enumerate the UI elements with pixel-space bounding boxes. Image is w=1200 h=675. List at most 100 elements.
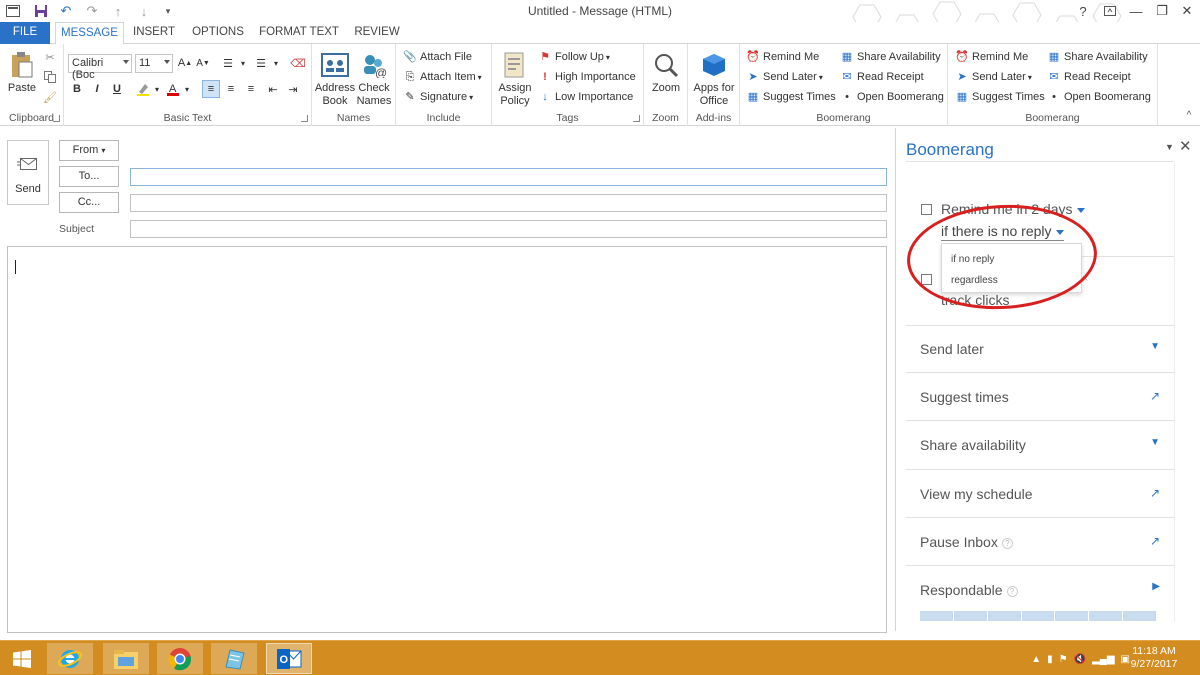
assign-policy-button[interactable]: Assign Policy <box>495 50 535 108</box>
remind-checkbox[interactable] <box>921 204 932 215</box>
cut-icon[interactable]: ✂ <box>41 48 59 66</box>
send-later-button[interactable]: ➤ Send Later ▾ <box>746 70 822 84</box>
internet-explorer-icon[interactable] <box>47 643 93 674</box>
remind-me-button[interactable]: ⏰ Remind Me <box>955 50 1028 64</box>
collapse-ribbon-icon[interactable]: ^ <box>1180 106 1198 124</box>
address-book-button[interactable]: Address Book <box>315 50 355 108</box>
shrink-font-icon[interactable]: A ▼ <box>194 54 212 72</box>
pane-divider <box>906 161 1174 162</box>
suggest-times-row[interactable]: Suggest times ↗ <box>906 373 1174 421</box>
decrease-indent-icon[interactable]: ⇤ <box>264 80 282 98</box>
cc-button[interactable]: Cc... <box>59 192 119 213</box>
message-body[interactable] <box>7 246 887 633</box>
tab-review[interactable]: REVIEW <box>350 22 404 44</box>
help-button[interactable]: ? <box>1071 1 1095 21</box>
to-button[interactable]: To... <box>59 166 119 187</box>
apps-for-office-button[interactable]: Apps for Office <box>691 50 737 108</box>
volume-muted-icon[interactable]: 🔇 <box>1074 654 1086 665</box>
tags-launcher-icon[interactable] <box>633 115 640 122</box>
high-importance-button[interactable]: ! High Importance <box>538 70 636 84</box>
send-button[interactable]: Send <box>7 140 49 205</box>
subject-field[interactable] <box>130 220 887 238</box>
increase-indent-icon[interactable]: ⇥ <box>284 80 302 98</box>
chevron-down-icon: ▼ <box>1150 437 1160 448</box>
follow-up-button[interactable]: ⚑ Follow Up ▾ <box>538 50 610 64</box>
bold-button[interactable]: B <box>68 80 86 98</box>
read-receipt-button[interactable]: ✉ Read Receipt <box>840 70 923 84</box>
file-explorer-icon[interactable] <box>103 643 149 674</box>
zoom-button[interactable]: Zoom <box>647 50 685 95</box>
bullet-icon: • <box>845 91 849 103</box>
font-size-combo[interactable]: 11 <box>135 54 173 73</box>
signature-button[interactable]: ✎ Signature ▾ <box>403 90 473 104</box>
align-right-icon[interactable]: ≡ <box>242 80 260 98</box>
align-center-icon[interactable]: ≡ <box>222 80 240 98</box>
notepad-icon[interactable] <box>211 643 257 674</box>
network-icon[interactable]: ▂▄▆ <box>1092 654 1114 665</box>
from-button[interactable]: From ▾ <box>59 140 119 161</box>
grow-font-icon[interactable]: A ▲ <box>176 54 194 72</box>
assign-policy-label-1: Assign <box>498 82 532 94</box>
outlook-icon[interactable]: O <box>266 643 312 674</box>
share-availability-button[interactable]: ▦ Share Availability <box>840 50 941 64</box>
open-boomerang-button[interactable]: • Open Boomerang <box>840 90 944 104</box>
view-schedule-row[interactable]: View my schedule ↗ <box>906 470 1174 518</box>
chevron-down-icon[interactable]: ▾ <box>267 54 285 72</box>
action-center-icon[interactable]: ⚑ <box>1059 654 1068 665</box>
external-arrow-icon: ↗ <box>1149 486 1160 500</box>
pane-menu-icon[interactable]: ▼ <box>1165 142 1174 152</box>
share-availability-row[interactable]: Share availability ▼ <box>906 421 1174 470</box>
tab-options[interactable]: OPTIONS <box>188 22 248 44</box>
tab-format-text[interactable]: FORMAT TEXT <box>258 22 340 44</box>
battery-icon[interactable]: ▮ <box>1047 654 1053 665</box>
paste-button[interactable]: Paste <box>5 50 39 95</box>
clipboard-launcher-icon[interactable] <box>53 115 60 122</box>
tab-file[interactable]: FILE <box>0 22 50 44</box>
respondable-row[interactable]: Respondable? ▶ <box>906 566 1174 614</box>
chrome-icon[interactable] <box>157 643 203 674</box>
restore-button[interactable]: ❐ <box>1150 1 1174 21</box>
suggest-times-button[interactable]: ▦ Suggest Times <box>746 90 836 104</box>
send-later-button[interactable]: ➤ Send Later ▾ <box>955 70 1031 84</box>
info-icon[interactable]: ? <box>1006 585 1018 597</box>
check-names-button[interactable]: @ Check Names <box>355 50 393 108</box>
tab-insert[interactable]: INSERT <box>128 22 180 44</box>
clock[interactable]: 11:18 AM 9/27/2017 <box>1124 645 1184 671</box>
calendar-icon: ▦ <box>956 91 968 103</box>
low-importance-button[interactable]: ↓ Low Importance <box>538 90 633 104</box>
attach-file-button[interactable]: 📎 Attach File <box>403 50 472 64</box>
align-left-icon[interactable]: ≡ <box>202 80 220 98</box>
to-field[interactable] <box>130 168 887 186</box>
pane-scrollbar[interactable] <box>1174 162 1175 622</box>
minimize-button[interactable]: — <box>1124 1 1148 21</box>
suggest-times-button[interactable]: ▦ Suggest Times <box>955 90 1045 104</box>
chevron-down-icon[interactable]: ▾ <box>178 80 196 98</box>
attach-item-button[interactable]: ⎘ Attach Item ▾ <box>403 70 482 84</box>
show-hidden-icons-icon[interactable]: ▲ <box>1031 654 1041 665</box>
clock-date: 9/27/2017 <box>1130 658 1178 670</box>
basic-text-launcher-icon[interactable] <box>301 115 308 122</box>
info-icon[interactable]: ? <box>1001 537 1013 549</box>
remind-me-button[interactable]: ⏰ Remind Me <box>746 50 819 64</box>
copy-icon[interactable] <box>41 68 59 86</box>
send-later-row[interactable]: Send later ▼ <box>906 325 1174 373</box>
cc-field[interactable] <box>130 194 887 212</box>
start-icon[interactable] <box>0 643 44 674</box>
italic-button[interactable]: I <box>88 80 106 98</box>
underline-button[interactable]: U <box>108 80 126 98</box>
share-availability-button[interactable]: ▦ Share Availability <box>1047 50 1148 64</box>
ribbon-display-button[interactable] <box>1098 1 1122 21</box>
read-receipt-button[interactable]: ✉ Read Receipt <box>1047 70 1130 84</box>
open-boomerang-button[interactable]: • Open Boomerang <box>1047 90 1151 104</box>
pause-inbox-text: Pause Inbox <box>920 534 998 550</box>
apps-label-1: Apps for <box>693 82 735 94</box>
tab-message[interactable]: MESSAGE <box>55 22 124 45</box>
font-name-combo[interactable]: Calibri (Boc <box>68 54 132 81</box>
chevron-down-icon: ▼ <box>1150 341 1160 352</box>
close-button[interactable]: ✕ <box>1175 1 1199 21</box>
pause-inbox-row[interactable]: Pause Inbox? ↗ <box>906 518 1174 566</box>
format-painter-icon[interactable]: 🖌 <box>41 88 59 106</box>
pane-close-icon[interactable]: ✕ <box>1179 137 1192 155</box>
clear-formatting-icon[interactable]: ⌫ <box>289 54 307 72</box>
chevron-down-icon[interactable]: ▾ <box>234 54 252 72</box>
